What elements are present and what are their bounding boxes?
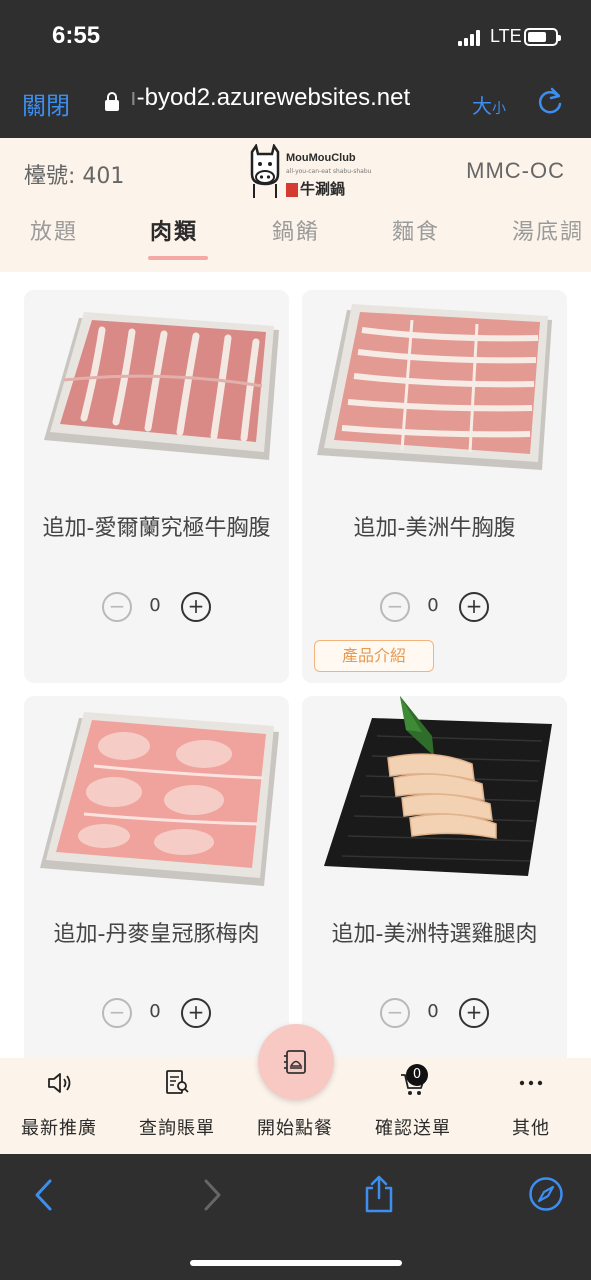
network-type: LTE [490,26,522,46]
status-time: 6:55 [52,22,101,49]
compass-icon[interactable] [528,1176,564,1212]
logo-tagline: all-you-can-eat shabu-shabu [286,168,372,175]
more-icon [519,1080,543,1086]
logo-name: 牛涮鍋 [286,178,345,199]
product-card[interactable]: 追加-丹麥皇冠豚梅肉 − 0 + [24,696,289,1058]
decrease-button[interactable]: − [380,592,410,622]
receipt-search-icon [166,1070,189,1094]
quantity-value: 0 [427,595,439,616]
text-size-button[interactable]: 大小 [472,90,506,119]
store-code: MMC-OC [466,158,565,183]
product-card[interactable]: 追加-美洲牛胸腹 − 0 + 產品介紹 [302,290,567,683]
product-card[interactable]: 追加-愛爾蘭究極牛胸腹 − 0 + [24,290,289,683]
chicken-tray-image [324,696,552,876]
logo: MouMouClub all-you-can-eat shabu-shabu 牛… [246,144,371,200]
quantity-stepper: − 0 + [24,592,289,622]
logo-brand: MouMouClub [286,152,356,164]
text-size-big: 大 [472,94,492,118]
product-intro-button[interactable]: 產品介紹 [314,640,434,672]
cart-count-badge: 0 [406,1064,428,1086]
speaker-icon [48,1073,71,1093]
nav-check-bill[interactable]: 查詢賬單 [118,1058,236,1154]
quantity-stepper: − 0 + [24,998,289,1028]
quantity-stepper: − 0 + [302,592,567,622]
nav-label: 其他 [512,1118,550,1139]
product-name: 追加-丹麥皇冠豚梅肉 [53,922,260,947]
quantity-value: 0 [427,1001,439,1022]
tab-meat[interactable]: 肉類 [150,214,198,246]
product-grid: 追加-愛爾蘭究極牛胸腹 − 0 + 追加-美洲牛胸腹 − 0 + 產品介紹 追加… [0,272,591,1058]
quantity-value: 0 [149,1001,161,1022]
nav-label: 確認送單 [375,1118,451,1139]
tab-all-you-can-eat[interactable]: 放題 [30,214,78,246]
nav-label: 開始點餐 [257,1118,333,1139]
table-number: 檯號: 401 [24,164,125,189]
url-field[interactable]: ı-byod2.azurewebsites.net [130,84,410,112]
status-bar: 6:55 LTE [0,0,591,70]
decrease-button[interactable]: − [380,998,410,1028]
back-icon[interactable] [32,1178,56,1212]
pork-tray-image [40,712,279,886]
app-header: 檯號: 401 MouMouClub all-you-can-eat shabu… [0,138,591,272]
product-name: 追加-美洲特選雞腿肉 [331,922,538,947]
beef-tray-image [317,304,552,470]
text-size-small: 小 [492,101,506,117]
tab-soup-base[interactable]: 湯底調 [512,214,584,246]
beef-tray-image [44,312,279,460]
tab-noodles[interactable]: 麵食 [392,214,440,246]
product-card[interactable]: 追加-美洲特選雞腿肉 − 0 + [302,696,567,1058]
tab-hotpot-items[interactable]: 鍋餚 [272,214,320,246]
increase-button[interactable]: + [459,998,489,1028]
forward-icon[interactable] [200,1178,224,1212]
nav-label: 查詢賬單 [139,1118,215,1139]
product-name: 追加-美洲牛胸腹 [353,516,516,541]
quantity-stepper: − 0 + [302,998,567,1028]
logo-name-text: 牛涮鍋 [300,180,346,198]
nav-more[interactable]: 其他 [472,1058,590,1154]
nav-label: 最新推廣 [21,1118,97,1139]
reload-icon[interactable] [536,86,564,116]
close-button[interactable]: 關閉 [22,86,70,121]
quantity-value: 0 [149,595,161,616]
cow-logo-icon [250,144,280,198]
nav-promotions[interactable]: 最新推廣 [0,1058,118,1154]
increase-button[interactable]: + [181,592,211,622]
home-indicator [190,1260,402,1266]
battery-icon [524,28,561,46]
browser-address-bar: 關閉 ı-byod2.azurewebsites.net 大小 [0,70,591,138]
product-name: 追加-愛爾蘭究極牛胸腹 [42,516,271,541]
menu-book-icon [284,1050,306,1074]
lock-icon [105,92,119,111]
increase-button[interactable]: + [459,592,489,622]
category-tabs: 放題 肉類 鍋餚 麵食 湯底調 [0,214,591,264]
start-order-fab[interactable] [258,1024,334,1100]
decrease-button[interactable]: − [102,998,132,1028]
share-icon[interactable] [363,1174,395,1214]
increase-button[interactable]: + [181,998,211,1028]
decrease-button[interactable]: − [102,592,132,622]
active-tab-indicator [148,256,208,260]
url-text: -byod2.azurewebsites.net [136,84,411,111]
signal-icon [458,30,484,46]
